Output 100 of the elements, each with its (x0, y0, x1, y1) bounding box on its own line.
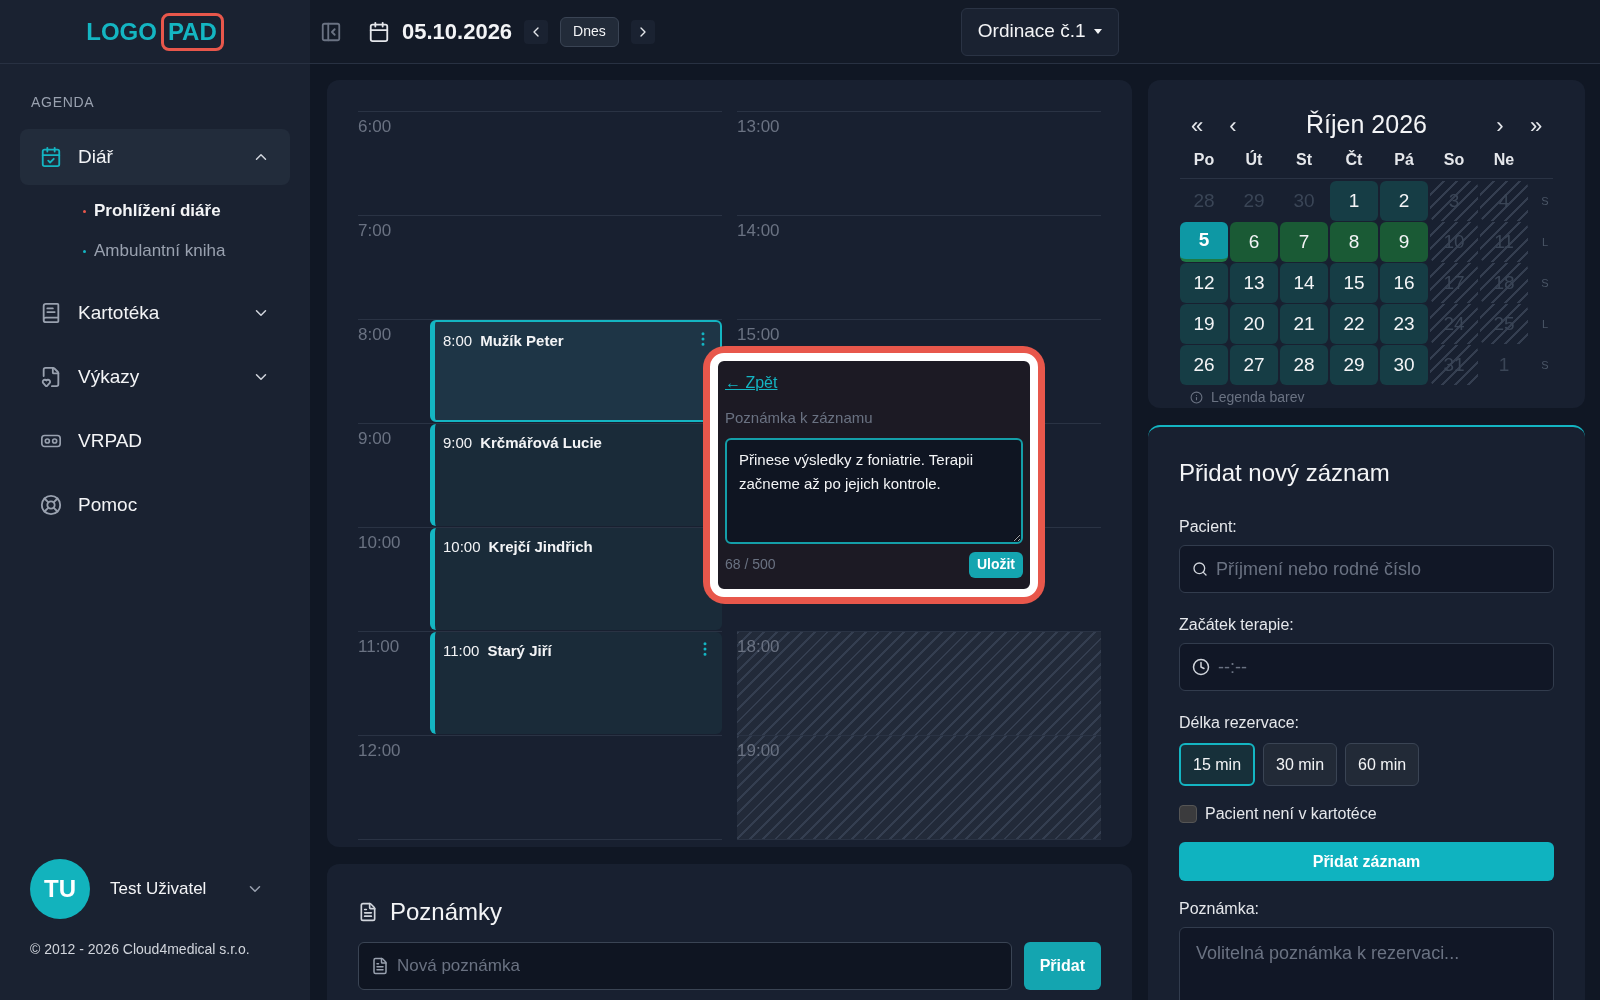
weekday-label: Pá (1393, 150, 1415, 170)
calendar-day[interactable]: 20 (1230, 304, 1278, 344)
hour-label: 15:00 (737, 325, 780, 344)
calendar-day[interactable]: 15 (1330, 263, 1378, 303)
patient-name: Krčmářová Lucie (480, 433, 603, 453)
next-month-button[interactable]: › (1487, 108, 1513, 142)
calendar-day[interactable]: 29 (1330, 345, 1378, 385)
appointment-card[interactable]: 11:00 Starý Jiří (430, 632, 722, 734)
field-label: Poznámka k záznamu (725, 408, 874, 428)
checkbox-label: Pacient není v kartotéce (1205, 804, 1377, 824)
time-field[interactable]: --:-- (1179, 643, 1554, 691)
calendar-day[interactable]: 19 (1180, 304, 1228, 344)
appointment-time: 10:00 (443, 537, 481, 557)
sidebar-toggle-icon[interactable] (320, 20, 342, 43)
checkbox[interactable] (1179, 805, 1197, 823)
time-input[interactable]: --:-- (1218, 653, 1541, 681)
nav-subitem[interactable]: Ambulantní kniha (75, 233, 290, 269)
patient-name: Krejčí Jindřich (488, 537, 594, 557)
calendar-icon (368, 20, 390, 43)
field-label: Pacient: (1179, 517, 1238, 537)
calendar-day[interactable]: 7 (1280, 222, 1328, 262)
form-title: Přidat nový záznam (1179, 458, 1391, 488)
calendar-day[interactable]: 12 (1180, 263, 1228, 303)
duration-option[interactable]: 30 min (1263, 743, 1338, 786)
clock-icon (1192, 658, 1210, 676)
appointment-time: 9:00 (443, 433, 473, 453)
nav-item[interactable]: Pomoc (20, 477, 290, 533)
field-label: Poznámka: (1179, 899, 1261, 919)
appointment-time: 8:00 (443, 331, 473, 351)
user-name: Test Uživatel (110, 878, 208, 901)
weekday-label: Čt (1344, 149, 1364, 170)
search-icon (1192, 561, 1208, 577)
book-icon (40, 302, 62, 324)
weekday-label: Po (1192, 150, 1216, 170)
calendar-day[interactable]: 8 (1330, 222, 1378, 262)
duration-option[interactable]: 15 min (1179, 743, 1256, 786)
note-textarea[interactable]: Přinese výsledky z foniatrie. Terapii začneme až po jejich kontrole. (725, 437, 1023, 544)
appointment-card[interactable]: 8:00 Mužík Peter (430, 320, 722, 422)
reservation-note-field[interactable]: Volitelná poznámka k rezervaci... (1179, 927, 1554, 1000)
calendar-day[interactable]: 22 (1330, 304, 1378, 344)
hour-label: 9:00 (358, 429, 392, 448)
section-heading: AGENDA (30, 93, 96, 112)
duration-option[interactable]: 60 min (1345, 743, 1420, 786)
calendar-day[interactable]: 9 (1380, 222, 1428, 262)
note-input[interactable]: Nová poznámka (397, 953, 999, 979)
hour-label: 6:00 (358, 117, 392, 136)
info-icon (1190, 391, 1203, 404)
calendar-day[interactable]: 6 (1230, 222, 1278, 262)
document-icon (371, 956, 389, 975)
calendar-check-icon (40, 146, 62, 168)
hour-label: 14:00 (737, 221, 780, 240)
copyright-text: © 2012 - 2026 Cloud4medical s.r.o. (30, 940, 251, 959)
current-date: 05.10.2026 (402, 18, 513, 46)
nav-item[interactable]: Diář (20, 129, 290, 185)
weekday-label: So (1442, 150, 1466, 170)
calendar-day[interactable]: 28 (1280, 345, 1328, 385)
field-label: Začátek terapie: (1179, 615, 1295, 635)
character-counter: 68 / 500 (725, 555, 776, 574)
hour-label: 8:00 (358, 325, 392, 344)
nav-item[interactable]: VRPAD (20, 413, 290, 469)
today-button[interactable]: Dnes (560, 16, 619, 47)
hour-label: 13:00 (737, 117, 780, 136)
back-link[interactable]: ← Zpět (725, 371, 778, 395)
lifebuoy-icon (40, 494, 62, 516)
field-label: Délka rezervace: (1179, 713, 1301, 733)
previous-month-button[interactable]: ‹ (1220, 108, 1246, 142)
calendar-day[interactable]: 21 (1280, 304, 1328, 344)
calendar-day[interactable]: 27 (1230, 345, 1278, 385)
nav-item[interactable]: Výkazy (20, 349, 290, 405)
weekday-label: Út (1244, 149, 1264, 170)
previous-year-button[interactable]: « (1184, 108, 1210, 142)
logo-text: PAD (160, 12, 224, 51)
bullet-icon (83, 249, 86, 253)
note-input-field[interactable]: Nová poznámka (358, 941, 1012, 990)
office-dropdown[interactable]: Ordinace č.1 (960, 7, 1119, 56)
calendar-day[interactable]: 23 (1380, 304, 1428, 344)
calendar-day[interactable]: 1 (1330, 181, 1378, 221)
calendar-day[interactable]: 30 (1380, 345, 1428, 385)
calendar-day[interactable]: 2 (1380, 181, 1428, 221)
bullet-icon (83, 209, 86, 213)
weekday-label: Ne (1492, 150, 1516, 170)
previous-day-button[interactable] (524, 19, 549, 44)
panel-title: Poznámky (390, 896, 503, 927)
patient-name: Starý Jiří (487, 641, 553, 661)
nav-item[interactable]: Kartotéka (20, 285, 290, 341)
calendar-day[interactable]: 13 (1230, 263, 1278, 303)
hour-label: 18:00 (737, 637, 780, 656)
document-icon (40, 366, 62, 388)
hour-label: 11:00 (358, 637, 400, 656)
patient-search-field[interactable]: Příjmení nebo rodné číslo (1179, 545, 1554, 593)
next-day-button[interactable] (630, 19, 655, 44)
nav-subitem[interactable]: Prohlížení diáře (75, 193, 290, 229)
calendar-day[interactable]: 16 (1380, 263, 1428, 303)
next-year-button[interactable]: » (1523, 108, 1549, 142)
hour-label: 10:00 (358, 533, 401, 552)
appointment-card[interactable]: 10:00 Krejčí Jindřich (430, 528, 722, 630)
calendar-day[interactable]: 14 (1280, 263, 1328, 303)
month-title: Říjen 2026 (1305, 109, 1428, 141)
patient-search-input[interactable]: Příjmení nebo rodné číslo (1216, 555, 1541, 583)
calendar-day[interactable]: 26 (1180, 345, 1228, 385)
